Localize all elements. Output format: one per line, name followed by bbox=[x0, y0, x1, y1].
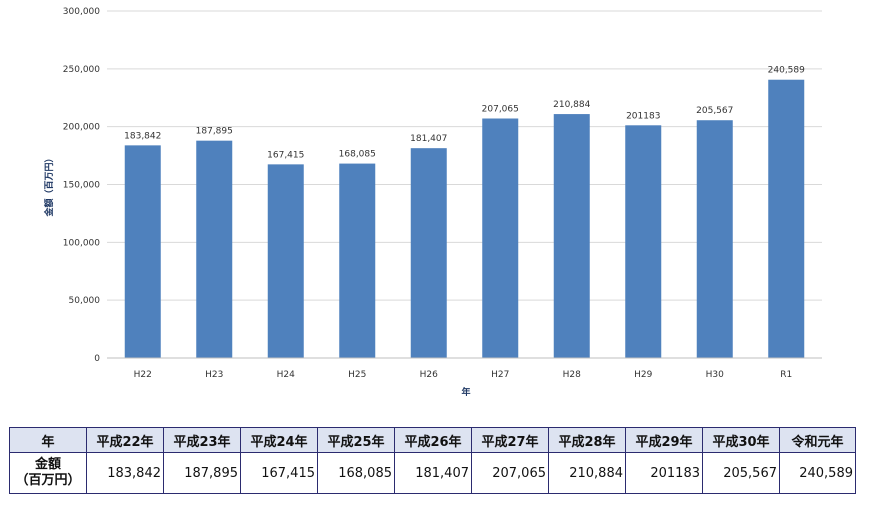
data-label: 168,085 bbox=[339, 150, 376, 160]
y-tick-label: 250,000 bbox=[63, 65, 100, 75]
x-axis-title: 年 bbox=[461, 386, 470, 398]
x-tick-label: H23 bbox=[205, 370, 223, 380]
table-year-header: 平成30年 bbox=[702, 427, 780, 453]
x-tick-label: H27 bbox=[491, 370, 509, 380]
table-cell: 210,884 bbox=[548, 452, 626, 494]
bar bbox=[196, 140, 233, 358]
x-tick-label: H22 bbox=[134, 370, 152, 380]
data-label: 167,415 bbox=[267, 150, 304, 160]
table-year-header: 平成25年 bbox=[317, 427, 395, 453]
table-year-header: 平成26年 bbox=[394, 427, 472, 453]
data-label: 207,065 bbox=[482, 104, 519, 114]
table-cell: 207,065 bbox=[471, 452, 549, 494]
data-label: 187,895 bbox=[196, 127, 233, 137]
y-tick-label: 150,000 bbox=[63, 181, 100, 191]
table-cell: 205,567 bbox=[702, 452, 780, 494]
data-label: 240,589 bbox=[768, 66, 805, 76]
bar bbox=[768, 79, 805, 359]
bar bbox=[410, 148, 447, 358]
table-cell: 187,895 bbox=[163, 452, 241, 494]
x-tick-label: R1 bbox=[780, 370, 792, 380]
y-tick-label: 50,000 bbox=[69, 296, 101, 306]
bars bbox=[124, 79, 805, 359]
table-year-header: 令和元年 bbox=[779, 427, 856, 453]
data-table: 年 平成22年 平成23年 平成24年 平成25年 平成26年 平成27年 平成… bbox=[9, 427, 856, 494]
y-axis-tick-labels: 0 50,000 100,000 150,000 200,000 250,000 300,0… bbox=[63, 7, 100, 364]
row-label-line2: （百万円） bbox=[15, 473, 81, 488]
table-cell: 181,407 bbox=[394, 452, 472, 494]
bar bbox=[339, 163, 376, 358]
bar-chart: 0 50,000 100,000 150,000 200,000 250,000 300,0… bbox=[43, 7, 822, 398]
x-tick-label: H26 bbox=[420, 370, 438, 380]
bar bbox=[267, 164, 304, 358]
table-cell: 201183 bbox=[625, 452, 703, 494]
bar bbox=[482, 118, 519, 359]
x-tick-label: H29 bbox=[634, 370, 652, 380]
table-year-header: 平成23年 bbox=[163, 427, 241, 453]
data-label: 183,842 bbox=[124, 131, 161, 141]
data-label: 210,884 bbox=[553, 100, 590, 110]
data-label: 201183 bbox=[626, 111, 660, 121]
table-cell: 168,085 bbox=[317, 452, 395, 494]
y-tick-label: 100,000 bbox=[63, 238, 100, 248]
x-tick-label: H25 bbox=[348, 370, 366, 380]
table-year-header: 平成28年 bbox=[548, 427, 626, 453]
data-label: 181,407 bbox=[410, 134, 447, 144]
bar bbox=[625, 125, 662, 358]
row-label-line1: 金額 bbox=[34, 457, 61, 472]
x-tick-label: H30 bbox=[706, 370, 724, 380]
x-tick-label: H24 bbox=[277, 370, 295, 380]
bar bbox=[124, 145, 161, 358]
table-header-row: 年 平成22年 平成23年 平成24年 平成25年 平成26年 平成27年 平成… bbox=[9, 427, 856, 453]
table-corner-header: 年 bbox=[9, 427, 87, 453]
y-axis-title: 金額（百万円） bbox=[43, 153, 55, 217]
table-value-row: 金額 （百万円） 183,842 187,895 167,415 168,085… bbox=[9, 452, 856, 494]
table-year-header: 平成29年 bbox=[625, 427, 703, 453]
data-label: 205,567 bbox=[696, 106, 733, 116]
table-year-header: 平成27年 bbox=[471, 427, 549, 453]
y-tick-label: 0 bbox=[94, 354, 100, 364]
table-cell: 183,842 bbox=[86, 452, 164, 494]
table-cell: 167,415 bbox=[240, 452, 318, 494]
table-row-label: 金額 （百万円） bbox=[9, 452, 87, 494]
table-year-header: 平成24年 bbox=[240, 427, 318, 453]
table-year-header: 平成22年 bbox=[86, 427, 164, 453]
bar bbox=[696, 120, 733, 358]
bar bbox=[553, 114, 590, 358]
y-tick-label: 200,000 bbox=[63, 123, 100, 133]
x-tick-label: H28 bbox=[563, 370, 581, 380]
x-axis-tick-labels: H22 H23 H24 H25 H26 H27 H28 H29 H30 R1 bbox=[134, 370, 793, 380]
y-tick-label: 300,000 bbox=[63, 7, 100, 17]
table-cell: 240,589 bbox=[779, 452, 856, 494]
